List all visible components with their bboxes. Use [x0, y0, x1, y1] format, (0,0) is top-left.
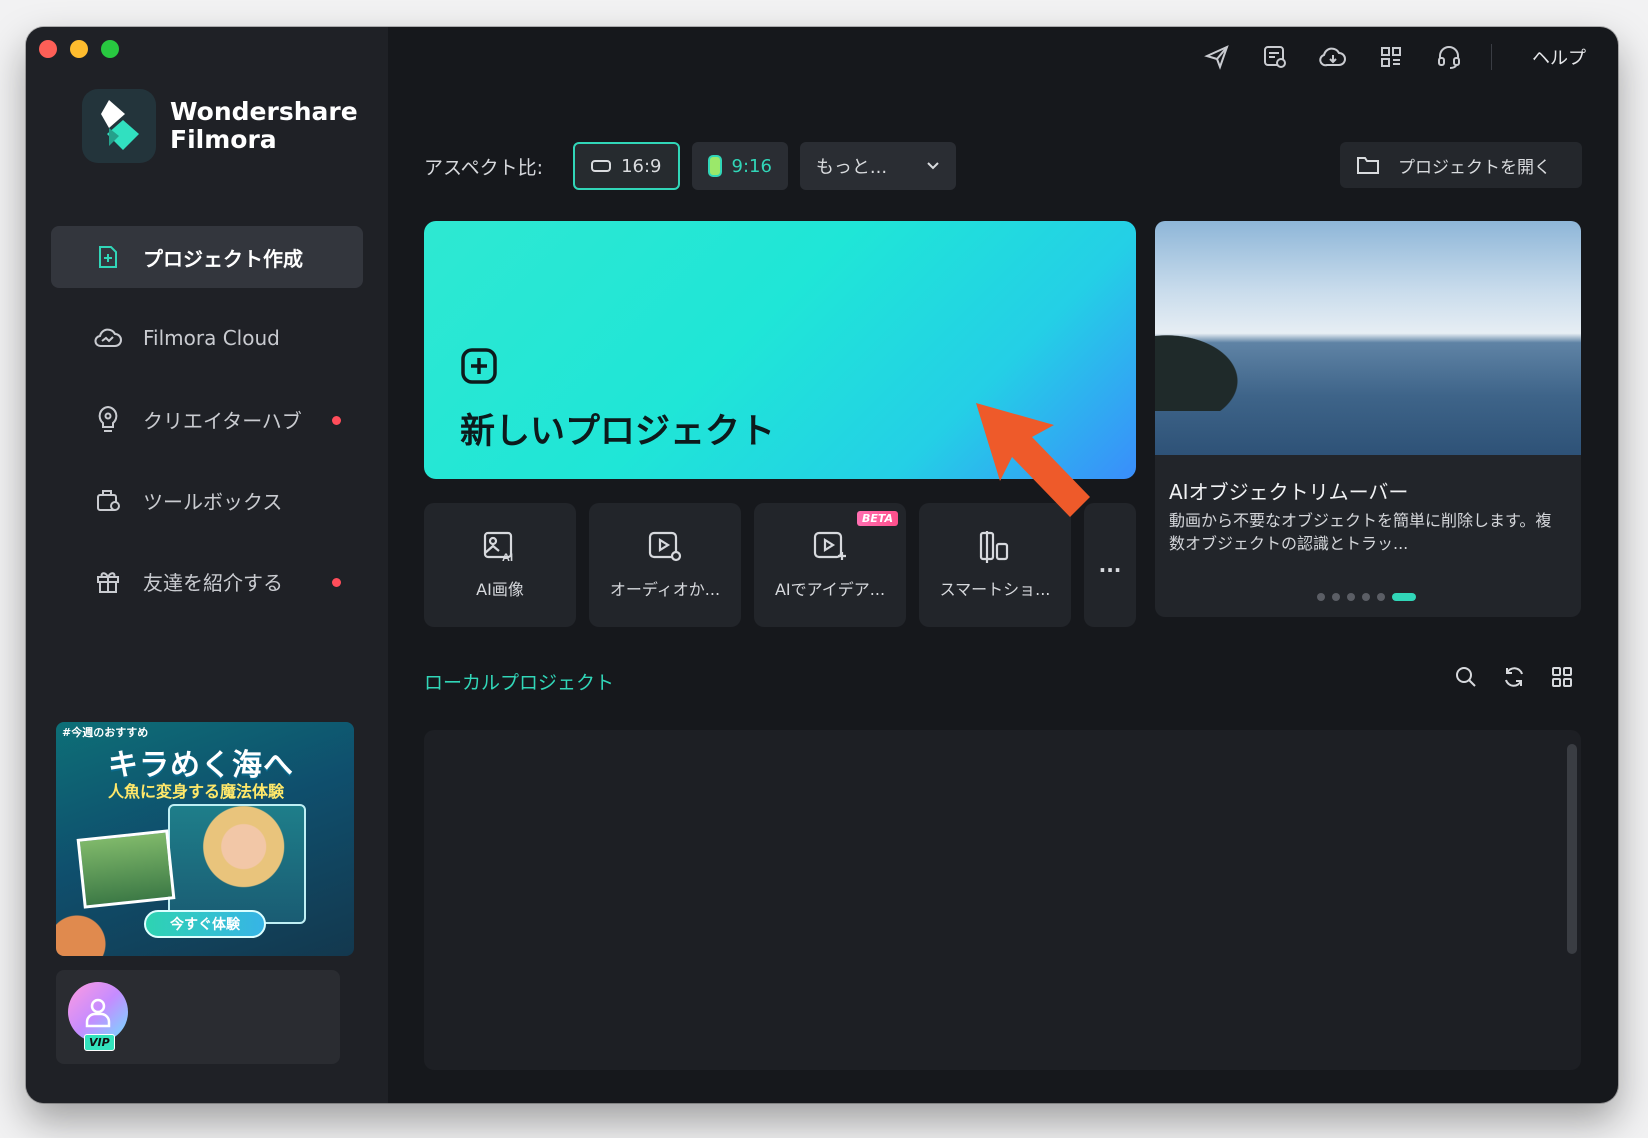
- carousel-dot[interactable]: [1347, 593, 1355, 601]
- toolbox-icon: [91, 483, 125, 517]
- portrait-photo: [76, 829, 176, 909]
- cloud-icon: [91, 321, 125, 355]
- task-list-icon[interactable]: [1259, 41, 1291, 73]
- new-project-icon: [91, 240, 125, 274]
- feature-description: 動画から不要なオブジェクトを簡単に削除します。複数オブジェクトの認識とトラッ..…: [1169, 511, 1552, 553]
- local-projects-title: ローカルプロジェクト: [424, 672, 615, 694]
- aspect-ratio-selector: アスペクト比: 16:9 9:16 もっと...: [424, 142, 956, 190]
- scrollbar[interactable]: [1567, 744, 1577, 954]
- sidebar-item-label: クリエイターハブ: [143, 408, 302, 433]
- app-logo: Wondershare Filmora: [82, 89, 358, 163]
- pointer-arrow-icon: [976, 403, 1090, 517]
- gift-icon: [91, 564, 125, 598]
- tool-ai-image[interactable]: AI AI画像: [424, 503, 576, 627]
- carousel-dots: [1317, 593, 1416, 601]
- top-toolbar: ヘルプ: [1201, 41, 1586, 73]
- sidebar-item-create-project[interactable]: プロジェクト作成: [51, 226, 363, 288]
- notification-dot: [332, 416, 341, 425]
- grid-view-icon[interactable]: [1550, 665, 1574, 689]
- open-project-label: プロジェクトを開く: [1398, 157, 1551, 178]
- aspect-option-label: 16:9: [621, 155, 662, 177]
- ai-idea-icon: [813, 531, 846, 560]
- minimize-window-button[interactable]: [70, 40, 88, 58]
- logo-text-line1: Wondershare: [170, 97, 358, 126]
- tool-label: オーディオか...: [609, 580, 721, 599]
- cloud-download-icon[interactable]: [1317, 41, 1349, 73]
- vip-badge: VIP: [84, 1034, 115, 1051]
- user-card[interactable]: VIP: [56, 970, 340, 1064]
- help-menu[interactable]: ヘルプ: [1532, 44, 1586, 70]
- promo-banner[interactable]: #今週のおすすめ キラめく海へ 人魚に変身する魔法体験 今すぐ体験: [56, 722, 354, 956]
- apps-grid-icon[interactable]: [1375, 41, 1407, 73]
- aspect-more-dropdown[interactable]: もっと...: [799, 142, 956, 190]
- add-square-icon: [460, 347, 498, 389]
- audio-video-icon: [648, 531, 682, 562]
- promo-try-now-button[interactable]: 今すぐ体験: [144, 910, 266, 938]
- sidebar-item-refer-friend[interactable]: 友達を紹介する: [51, 550, 363, 612]
- logo-text-line2: Filmora: [170, 125, 277, 154]
- window-controls: [39, 40, 119, 58]
- tool-ai-idea[interactable]: BETA AIでアイデア...: [754, 503, 906, 627]
- sidebar-item-label: Filmora Cloud: [143, 326, 280, 350]
- carousel-dot-active[interactable]: [1392, 593, 1416, 601]
- smart-short-icon: [979, 531, 1009, 563]
- feature-card[interactable]: AIオブジェクトリムーバー 動画から不要なオブジェクトを簡単に削除します。複数オ…: [1155, 221, 1581, 617]
- rock-decoration: [1155, 311, 1275, 411]
- tool-label: スマートショ...: [939, 580, 1051, 599]
- folder-icon: [1357, 157, 1379, 174]
- feature-title: AIオブジェクトリムーバー: [1169, 480, 1409, 504]
- sidebar-item-creator-hub[interactable]: クリエイターハブ: [51, 388, 363, 450]
- svg-text:AI: AI: [502, 552, 513, 564]
- carousel-dot[interactable]: [1317, 593, 1325, 601]
- filmora-logo-icon: [82, 89, 156, 163]
- local-projects-panel: [424, 730, 1581, 1070]
- zoom-window-button[interactable]: [101, 40, 119, 58]
- app-window: Wondershare Filmora プロジェクト作成 Filmora Clo…: [26, 27, 1618, 1103]
- sidebar-item-filmora-cloud[interactable]: Filmora Cloud: [51, 307, 363, 369]
- aspect-16-9-button[interactable]: 16:9: [573, 142, 680, 190]
- carousel-dot[interactable]: [1362, 593, 1370, 601]
- sidebar-item-label: プロジェクト作成: [143, 246, 303, 271]
- aspect-ratio-label: アスペクト比:: [424, 156, 544, 179]
- promo-tag: #今週のおすすめ: [62, 726, 149, 739]
- carousel-dot[interactable]: [1377, 593, 1385, 601]
- sidebar-nav: プロジェクト作成 Filmora Cloud クリエイターハブ ツールボックス …: [51, 226, 363, 631]
- send-icon[interactable]: [1201, 41, 1233, 73]
- feature-thumbnail: [1155, 221, 1581, 455]
- sidebar-item-label: ツールボックス: [143, 489, 283, 514]
- more-tools-label: ...: [1098, 553, 1122, 577]
- refresh-icon[interactable]: [1502, 665, 1526, 689]
- ai-image-icon: AI: [483, 531, 513, 564]
- close-window-button[interactable]: [39, 40, 57, 58]
- landscape-icon: [591, 160, 612, 172]
- carousel-dot[interactable]: [1332, 593, 1340, 601]
- tool-audio-to-video[interactable]: オーディオか...: [589, 503, 741, 627]
- lightbulb-icon: [91, 402, 125, 436]
- aspect-option-label: 9:16: [731, 155, 772, 177]
- mermaid-photo: [168, 804, 306, 924]
- sidebar-item-toolbox[interactable]: ツールボックス: [51, 469, 363, 531]
- sidebar-item-label: 友達を紹介する: [143, 570, 283, 595]
- portrait-icon: [707, 155, 722, 177]
- local-projects-toolbar: [1454, 665, 1574, 689]
- search-icon[interactable]: [1454, 665, 1478, 689]
- promo-subtitle: 人魚に変身する魔法体験: [108, 782, 285, 801]
- tool-label: AI画像: [476, 580, 524, 599]
- avatar[interactable]: [68, 982, 128, 1042]
- notification-dot: [332, 578, 341, 587]
- tool-label: AIでアイデア...: [774, 580, 886, 599]
- chevron-down-icon: [927, 162, 939, 170]
- toolbar-divider: [1491, 44, 1492, 70]
- aspect-9-16-button[interactable]: 9:16: [691, 142, 788, 190]
- open-project-button[interactable]: プロジェクトを開く: [1340, 142, 1582, 188]
- beta-badge: BETA: [856, 511, 898, 526]
- sidebar: Wondershare Filmora プロジェクト作成 Filmora Clo…: [26, 27, 388, 1103]
- headset-icon[interactable]: [1433, 41, 1465, 73]
- aspect-more-label: もっと...: [815, 157, 888, 178]
- new-project-label: 新しいプロジェクト: [460, 412, 776, 452]
